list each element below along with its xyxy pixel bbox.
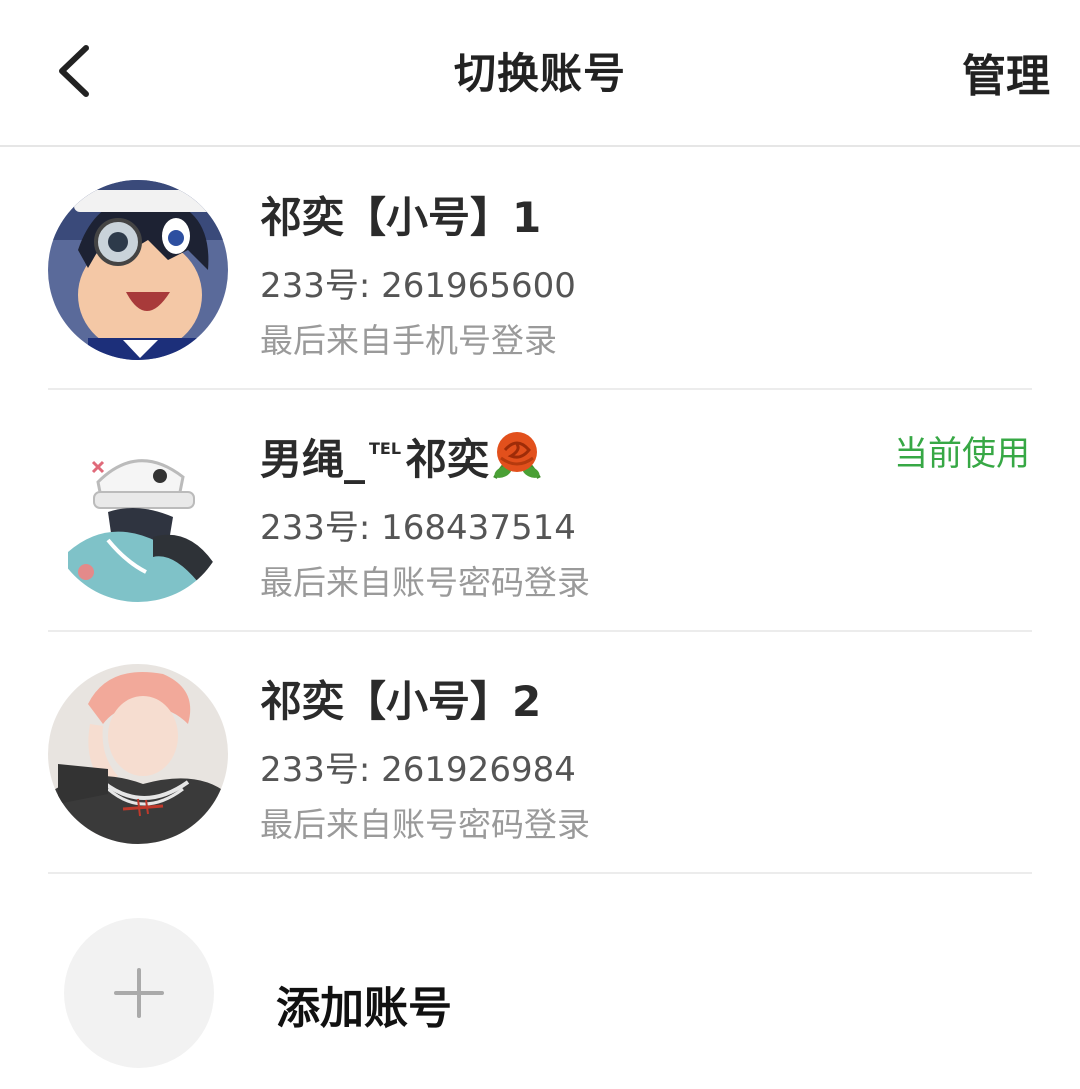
account-item-2[interactable]: 男绳_ TEL祁奕 当前使用 233号: 168437514 最后来自账号密码登录 xyxy=(48,390,1032,632)
account-name: 祁奕【小号】2 xyxy=(260,677,542,726)
top-bar: 切换账号 管理 xyxy=(0,0,1080,147)
account-login-source: 最后来自手机号登录 xyxy=(260,321,557,360)
account-name: 男绳_ TEL祁奕 xyxy=(260,426,543,490)
account-login-source: 最后来自账号密码登录 xyxy=(260,563,590,602)
account-item-3[interactable]: 祁奕【小号】2 233号: 261926984 最后来自账号密码登录 xyxy=(48,632,1032,874)
add-account-label: 添加账号 xyxy=(276,983,452,1034)
account-id: 233号: 168437514 xyxy=(260,508,576,548)
account-name: 祁奕【小号】1 xyxy=(260,193,542,242)
avatar xyxy=(48,422,228,602)
current-account-badge: 当前使用 xyxy=(894,434,1030,474)
add-account-button[interactable]: 添加账号 xyxy=(0,900,1080,1089)
account-id: 233号: 261965600 xyxy=(260,266,576,306)
account-name-tail: 祁奕 xyxy=(405,435,490,484)
account-item-1[interactable]: 祁奕【小号】1 233号: 261965600 最后来自手机号登录 xyxy=(48,148,1032,390)
plus-icon xyxy=(114,968,164,1018)
rose-emoji-icon xyxy=(491,430,543,490)
avatar xyxy=(48,664,228,844)
add-account-circle xyxy=(64,918,214,1068)
account-name-main: 男绳_ xyxy=(260,435,366,484)
account-id: 233号: 261926984 xyxy=(260,750,576,790)
account-login-source: 最后来自账号密码登录 xyxy=(260,805,590,844)
avatar xyxy=(48,180,228,360)
account-name-superscript: TEL xyxy=(369,439,402,458)
page-title: 切换账号 xyxy=(453,49,626,98)
manage-button[interactable]: 管理 xyxy=(962,40,1050,104)
